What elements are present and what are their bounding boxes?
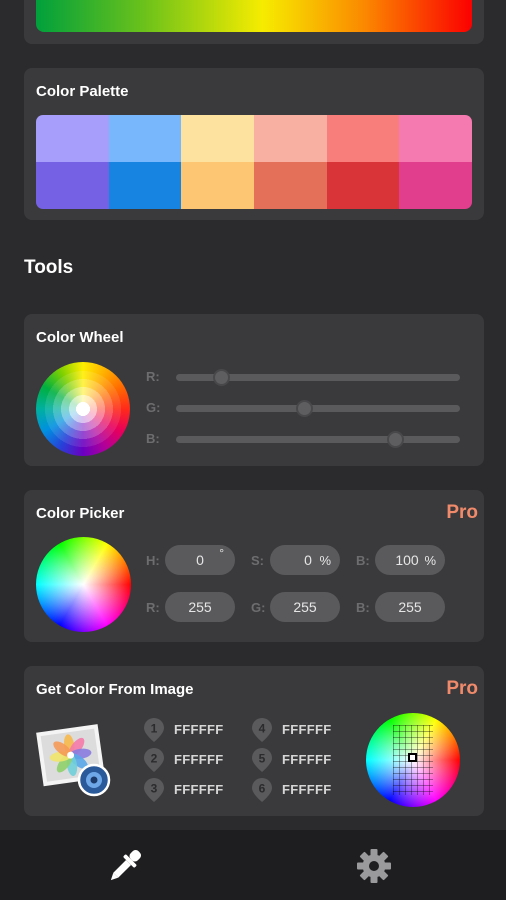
slider-r-label: R: xyxy=(146,369,160,384)
swatch-number-badge: 1 xyxy=(144,718,164,742)
swatch-number-badge: 6 xyxy=(252,778,272,802)
s-label: S: xyxy=(251,553,264,568)
s-value: 0 xyxy=(304,552,312,568)
color-wheel-card[interactable]: Color Wheel R: G: B: xyxy=(24,314,484,466)
swatch-number-badge: 2 xyxy=(144,748,164,772)
slider-g-track[interactable] xyxy=(176,400,460,417)
slider-b-label: B: xyxy=(146,431,160,446)
color-picker-title: Color Picker xyxy=(36,505,125,522)
bottom-nav-bar xyxy=(0,830,506,900)
h-field[interactable]: 0 ° xyxy=(165,545,235,575)
swatch-number-badge: 5 xyxy=(252,748,272,772)
color-palette-title: Color Palette xyxy=(36,83,129,100)
swatch-number: 5 xyxy=(259,752,266,766)
palette-swatch[interactable] xyxy=(399,162,472,209)
color-picker-card[interactable]: Color Picker Pro H: 0 ° S: 0 % B: 100 % … xyxy=(24,490,484,642)
palette-swatch[interactable] xyxy=(36,162,109,209)
b-field[interactable]: 100 % xyxy=(375,545,445,575)
photo-picker-icon[interactable] xyxy=(36,722,112,798)
palette-swatch[interactable] xyxy=(326,162,400,209)
swatch-hex-value[interactable]: FFFFFF xyxy=(282,752,331,767)
slider-b-thumb[interactable] xyxy=(386,431,404,448)
slider-g-label: G: xyxy=(146,400,161,415)
b2-value: 255 xyxy=(398,599,422,615)
swatch-number-badge: 3 xyxy=(144,778,164,802)
slider-b-track[interactable] xyxy=(176,431,460,448)
slider-b[interactable]: B: xyxy=(146,431,476,448)
swatch-number-badge: 4 xyxy=(252,718,272,742)
h-unit: ° xyxy=(219,546,224,560)
h-value: 0 xyxy=(196,552,204,568)
get-color-from-image-card[interactable]: Get Color From Image Pro 1 FFFFFF 2 FFFFFF 3… xyxy=(24,666,484,816)
palette-swatch[interactable] xyxy=(253,115,327,162)
swatch-number: 6 xyxy=(259,782,266,796)
color-wheel-icon[interactable] xyxy=(36,362,130,456)
g-label: G: xyxy=(251,600,266,615)
h-label: H: xyxy=(146,553,160,568)
palette-swatch[interactable] xyxy=(181,162,254,209)
palette-swatch[interactable] xyxy=(181,115,254,162)
s-field[interactable]: 0 % xyxy=(270,545,340,575)
palette-swatch[interactable] xyxy=(326,115,400,162)
swatch-hex-value[interactable]: FFFFFF xyxy=(282,782,331,797)
palette-swatch[interactable] xyxy=(108,162,182,209)
hsb-color-wheel[interactable] xyxy=(36,537,131,632)
pixel-cursor[interactable] xyxy=(408,753,417,762)
slider-r-track[interactable] xyxy=(176,369,460,386)
swatch-hex-value[interactable]: FFFFFF xyxy=(174,782,223,797)
swatch-hex-value[interactable]: FFFFFF xyxy=(282,722,331,737)
swatch-hex-value[interactable]: FFFFFF xyxy=(174,752,223,767)
palette-swatch[interactable] xyxy=(253,162,327,209)
s-unit: % xyxy=(319,552,331,568)
b-label: B: xyxy=(356,553,370,568)
slider-r-thumb[interactable] xyxy=(213,369,231,386)
g-value: 255 xyxy=(293,599,317,615)
slider-g-thumb[interactable] xyxy=(295,400,313,417)
palette-grid xyxy=(36,115,472,209)
slider-g[interactable]: G: xyxy=(146,400,476,417)
palette-swatch[interactable] xyxy=(399,115,472,162)
palette-swatch[interactable] xyxy=(108,115,182,162)
tools-heading: Tools xyxy=(24,257,74,278)
swatch-number: 1 xyxy=(151,722,158,736)
swatch-number: 2 xyxy=(151,752,158,766)
eyedropper-icon[interactable] xyxy=(103,844,147,888)
b2-field[interactable]: 255 xyxy=(375,592,445,622)
r-field[interactable]: 255 xyxy=(165,592,235,622)
r-label: R: xyxy=(146,600,160,615)
r-value: 255 xyxy=(188,599,212,615)
palette-swatch[interactable] xyxy=(36,115,109,162)
b2-label: B: xyxy=(356,600,370,615)
g-field[interactable]: 255 xyxy=(270,592,340,622)
swatch-number: 3 xyxy=(151,782,158,796)
swatch-number: 4 xyxy=(259,722,266,736)
pro-badge: Pro xyxy=(446,678,478,699)
pro-badge: Pro xyxy=(446,502,478,523)
color-wheel-title: Color Wheel xyxy=(36,329,124,346)
b-unit: % xyxy=(424,552,436,568)
spectrum-gradient-bar[interactable] xyxy=(36,0,472,32)
image-color-wheel[interactable] xyxy=(366,713,460,807)
swatch-hex-value[interactable]: FFFFFF xyxy=(174,722,223,737)
gradient-card xyxy=(24,0,484,44)
b-value: 100 xyxy=(395,552,419,568)
gear-icon[interactable] xyxy=(352,844,396,888)
slider-r[interactable]: R: xyxy=(146,369,476,386)
color-palette-card: Color Palette xyxy=(24,68,484,220)
get-color-from-image-title: Get Color From Image xyxy=(36,681,194,698)
